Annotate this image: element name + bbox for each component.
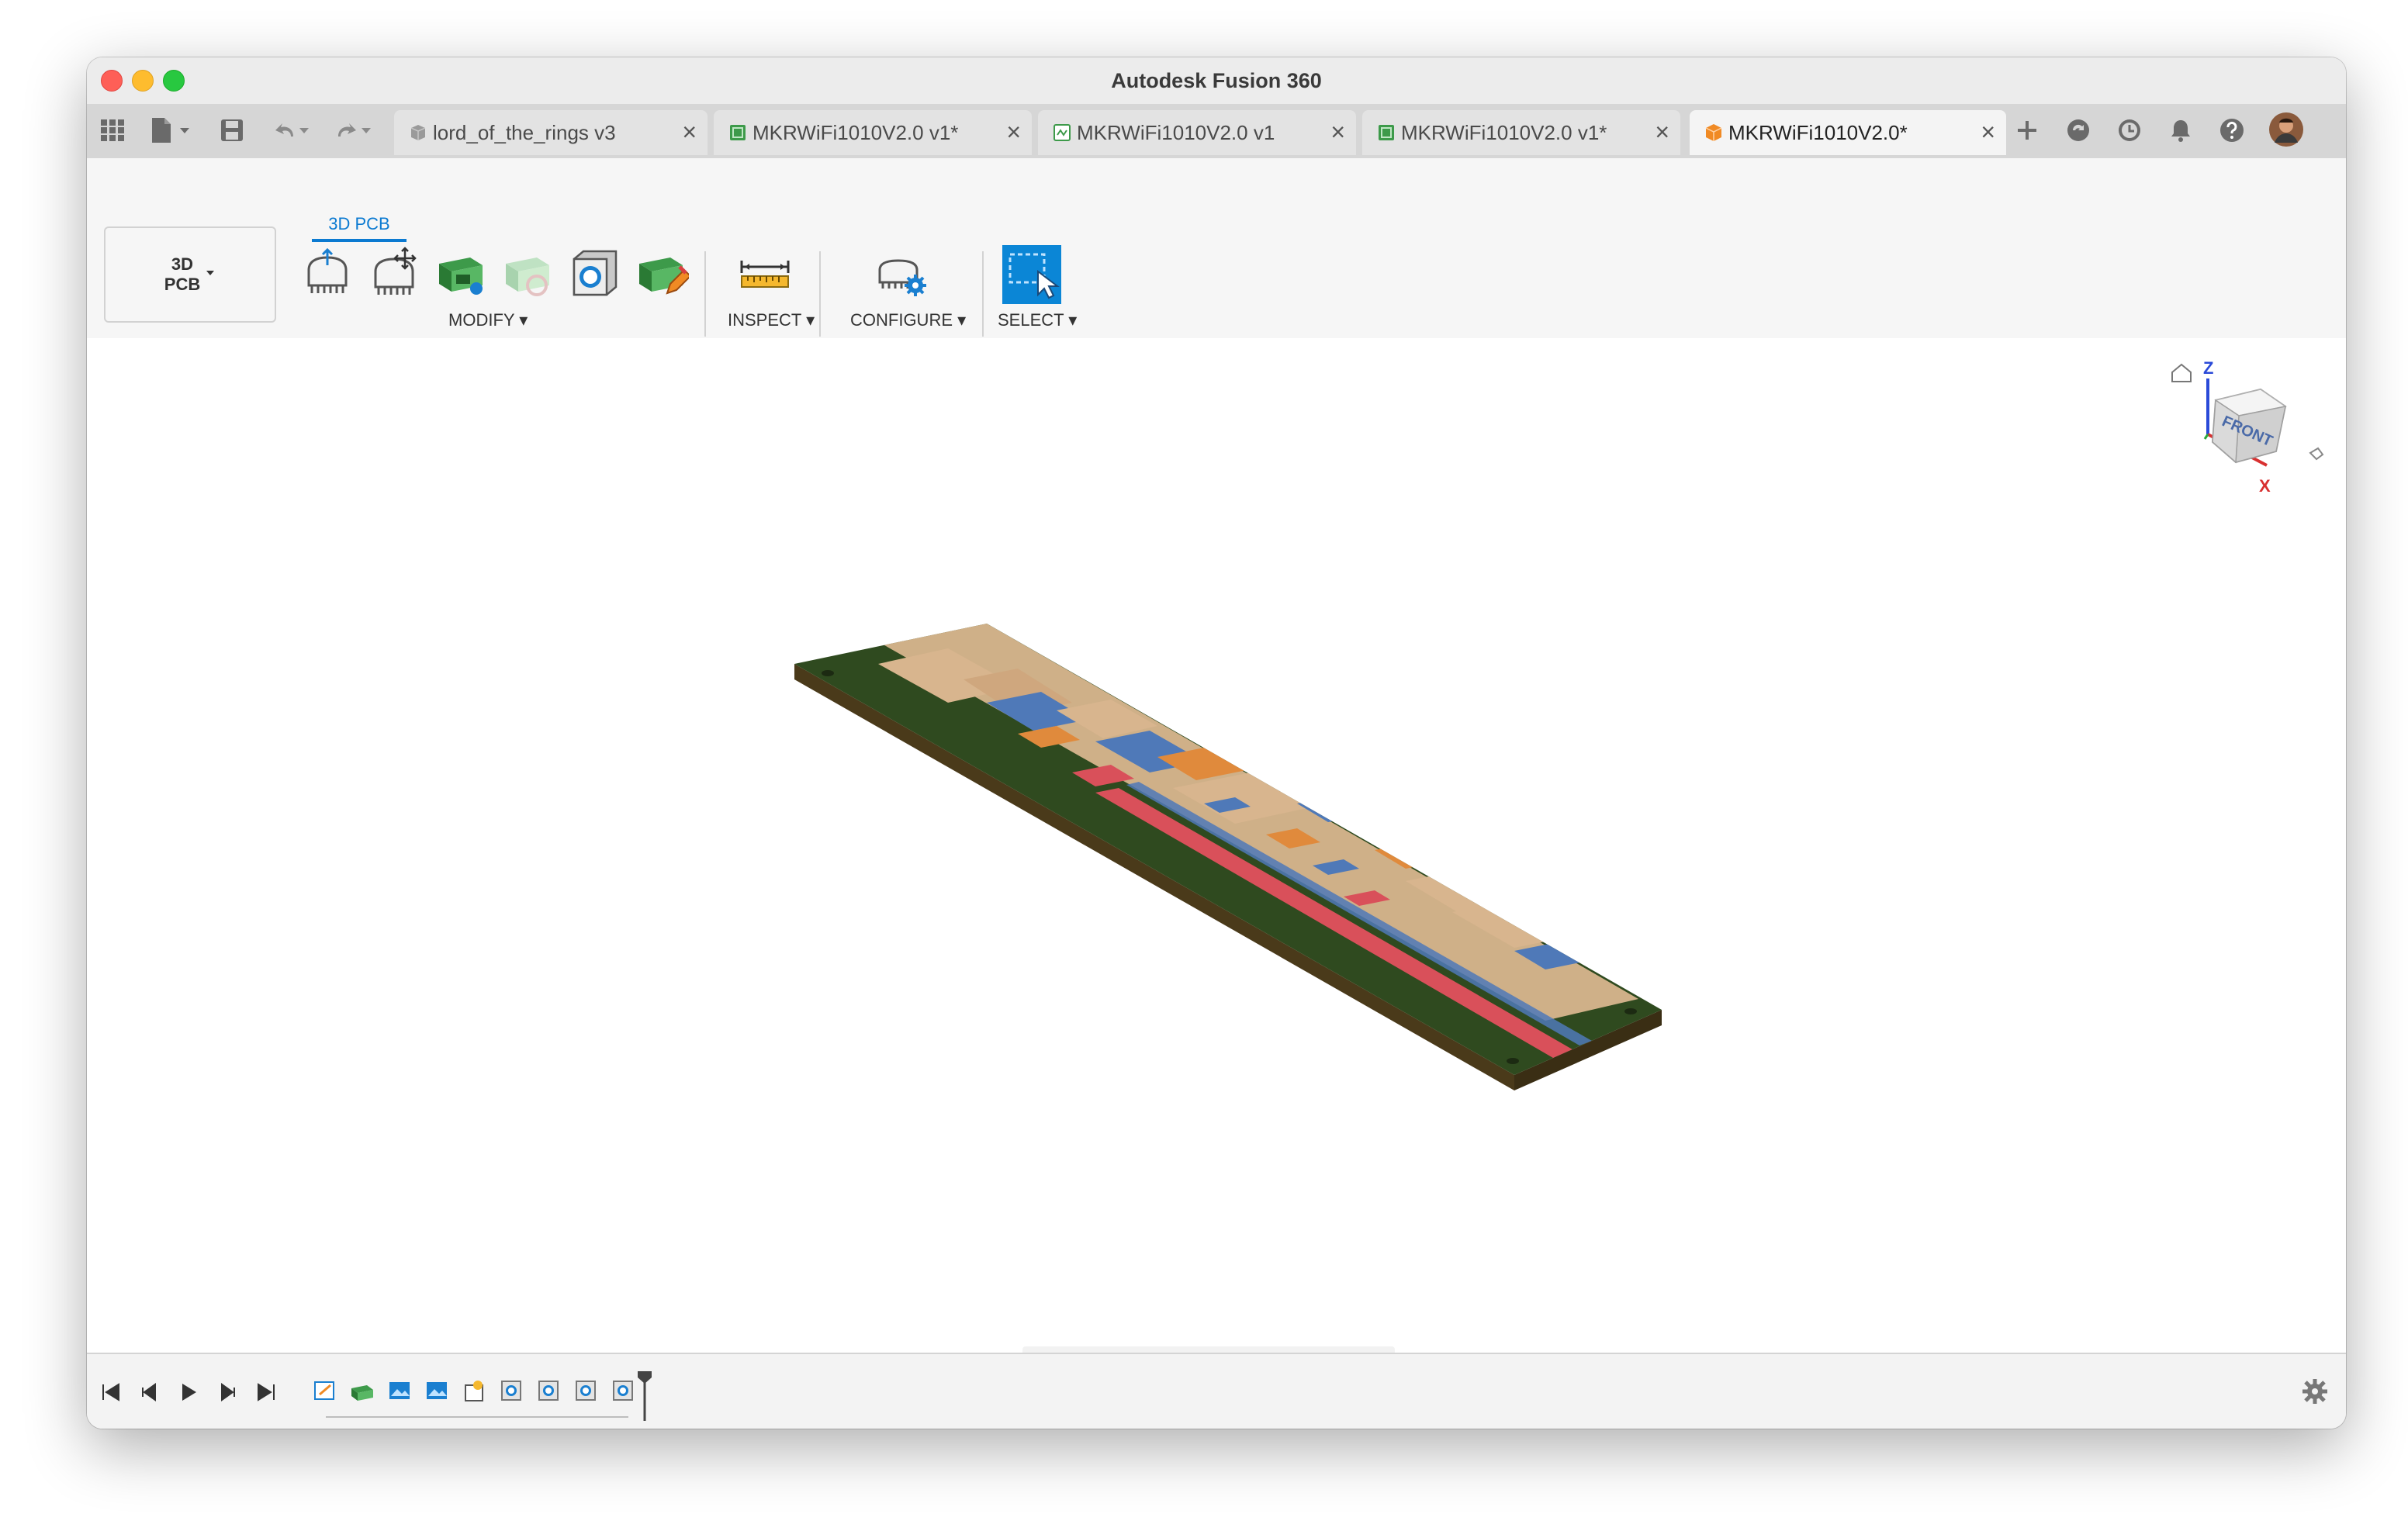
notifications-bell-icon[interactable] xyxy=(2168,116,2194,144)
timeline-feature-icon[interactable] xyxy=(610,1377,636,1404)
timeline-sketch-icon[interactable] xyxy=(312,1377,338,1404)
pull-from-board-tool[interactable] xyxy=(299,245,355,301)
update-library-tool[interactable] xyxy=(500,245,555,301)
timeline-pcb-icon[interactable] xyxy=(349,1377,375,1404)
timeline-feature-icon[interactable] xyxy=(535,1377,562,1404)
chevron-down-icon xyxy=(206,271,215,275)
board-components xyxy=(863,624,1638,1058)
3d-canvas[interactable]: FRONT Z X xyxy=(87,338,2346,1401)
timeline-decal-icon[interactable] xyxy=(386,1377,413,1404)
timeline-bar xyxy=(87,1353,2346,1429)
modify-group-label[interactable]: MODIFY ▾ xyxy=(448,310,528,330)
maximize-window-button[interactable] xyxy=(163,70,185,92)
mounting-hole xyxy=(822,670,834,676)
tab-lord-of-the-rings[interactable]: lord_of_the_rings v3 × xyxy=(394,110,708,155)
new-tab-icon[interactable] xyxy=(2014,116,2040,144)
workspace-switcher[interactable]: 3D PCB xyxy=(104,226,276,323)
close-tab-icon[interactable]: × xyxy=(1655,119,1669,144)
tab-label: MKRWiFi1010V2.0 v1 xyxy=(1077,120,1275,144)
axis-x-label: X xyxy=(2259,476,2271,496)
timeline-track xyxy=(326,1416,628,1418)
timeline-appearance-icon[interactable] xyxy=(461,1377,487,1404)
tab-mkr-3d-design[interactable]: MKRWiFi1010V2.0* × xyxy=(1690,110,2006,155)
tab-mkr-pcb-1[interactable]: MKRWiFi1010V2.0 v1* × xyxy=(714,110,1032,155)
workspace-label-line2: PCB xyxy=(164,275,201,294)
toolbar-divider xyxy=(819,251,821,337)
select-group-label[interactable]: SELECT ▾ xyxy=(998,310,1077,330)
view-cube[interactable]: FRONT Z X xyxy=(2158,352,2329,523)
close-window-button[interactable] xyxy=(101,70,123,92)
schematic-icon xyxy=(1054,124,1071,141)
component-icon xyxy=(410,125,426,140)
pcb-icon xyxy=(1379,125,1394,140)
tab-label: MKRWiFi1010V2.0* xyxy=(1728,120,1908,144)
measure-tool[interactable] xyxy=(737,245,793,301)
configure-group-label[interactable]: CONFIGURE ▾ xyxy=(850,310,966,330)
close-tab-icon[interactable]: × xyxy=(1330,119,1345,144)
file-menu-icon[interactable] xyxy=(149,116,192,144)
timeline-decal-icon[interactable] xyxy=(424,1377,450,1404)
fusion-window: Autodesk Fusion 360 lord_of_the_rings v3… xyxy=(87,57,2346,1429)
tab-label: MKRWiFi1010V2.0 v1* xyxy=(752,120,959,144)
board-outline-tool[interactable] xyxy=(566,245,622,301)
toolbar-divider xyxy=(982,251,984,337)
window-title: Autodesk Fusion 360 xyxy=(1111,68,1322,92)
mounting-hole xyxy=(1624,1008,1637,1014)
tab-label: MKRWiFi1010V2.0 v1* xyxy=(1401,120,1607,144)
save-icon[interactable] xyxy=(219,116,245,144)
play-icon[interactable] xyxy=(177,1381,200,1404)
redo-icon[interactable] xyxy=(332,116,375,144)
timeline-feature-icon[interactable] xyxy=(498,1377,524,1404)
timeline-feature-icon[interactable] xyxy=(573,1377,599,1404)
job-status-icon[interactable] xyxy=(2065,116,2091,144)
pcb-3d-model[interactable] xyxy=(87,338,2346,1394)
tab-mkr-schematic[interactable]: MKRWiFi1010V2.0 v1 × xyxy=(1038,110,1356,155)
axis-z-label: Z xyxy=(2203,358,2213,378)
close-tab-icon[interactable]: × xyxy=(682,119,697,144)
close-tab-icon[interactable]: × xyxy=(1981,119,1995,144)
tab-mkr-pcb-2[interactable]: MKRWiFi1010V2.0 v1* × xyxy=(1362,110,1680,155)
data-panel-grid-icon[interactable] xyxy=(99,116,126,144)
tab-label: lord_of_the_rings v3 xyxy=(433,120,616,144)
push-to-board-tool[interactable] xyxy=(433,245,489,301)
minimize-window-button[interactable] xyxy=(132,70,154,92)
timeline-marker[interactable] xyxy=(636,1370,653,1421)
workspace-label-line1: 3D xyxy=(171,254,194,274)
move-component-tool[interactable] xyxy=(366,245,422,301)
step-back-icon[interactable] xyxy=(138,1381,161,1404)
timeline-settings-gear-icon[interactable] xyxy=(2301,1377,2329,1405)
home-view-icon[interactable] xyxy=(2171,363,2192,382)
go-to-end-icon[interactable] xyxy=(254,1381,278,1404)
viewcube-menu-icon[interactable] xyxy=(2309,447,2324,461)
title-bar: Autodesk Fusion 360 xyxy=(87,57,2346,104)
document-tab-bar: lord_of_the_rings v3 × MKRWiFi1010V2.0 v… xyxy=(87,104,2346,159)
select-tool[interactable] xyxy=(1002,245,1061,304)
ribbon-toolbar: 3D PCB 3D PCB MODIFY ▾ INSPECT ▾ CONFIGU… xyxy=(87,158,2346,339)
toolbar-divider xyxy=(704,251,706,337)
help-icon[interactable] xyxy=(2219,116,2245,144)
user-avatar[interactable] xyxy=(2268,112,2304,147)
design-box-icon xyxy=(1705,124,1722,141)
edit-pcb-tool[interactable] xyxy=(633,245,689,301)
tab-3d-pcb[interactable]: 3D PCB xyxy=(312,214,407,242)
clock-icon[interactable] xyxy=(2116,116,2143,144)
inspect-group-label[interactable]: INSPECT ▾ xyxy=(728,310,815,330)
pcb-icon xyxy=(730,125,746,140)
configure-settings-tool[interactable] xyxy=(874,245,929,301)
step-forward-icon[interactable] xyxy=(216,1381,239,1404)
undo-icon[interactable] xyxy=(270,116,313,144)
go-to-start-icon[interactable] xyxy=(99,1381,123,1404)
close-tab-icon[interactable]: × xyxy=(1006,119,1021,144)
mounting-hole xyxy=(1507,1058,1519,1064)
